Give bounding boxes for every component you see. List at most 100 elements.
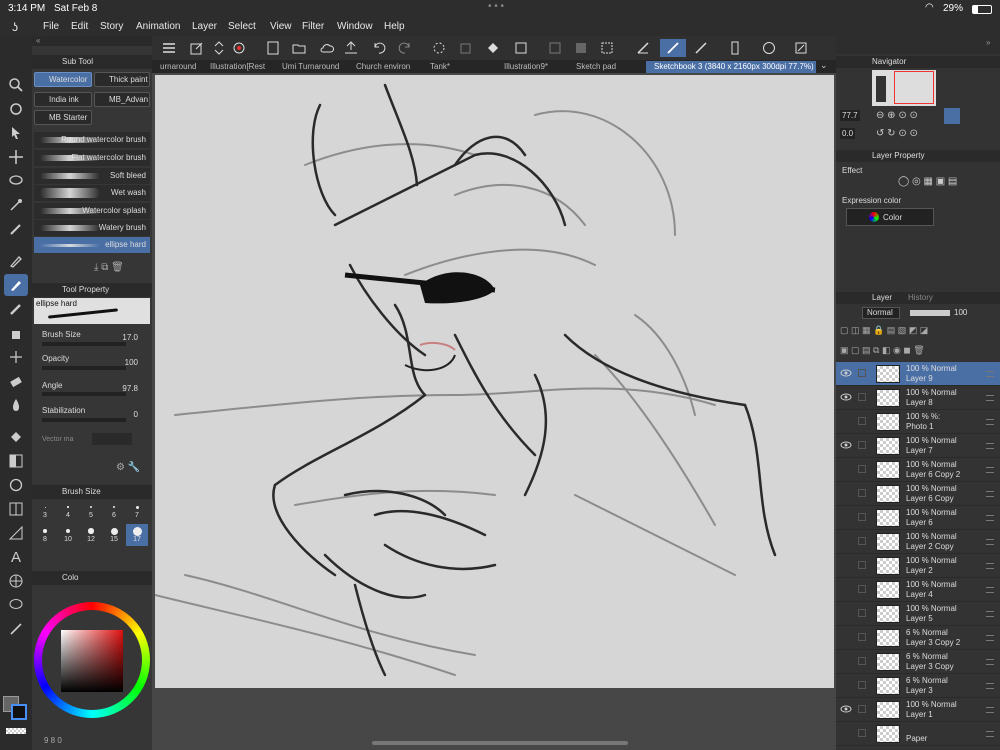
brush-size-option[interactable]: 8 [34, 524, 56, 546]
canvas-scrollbar[interactable] [372, 741, 628, 745]
layer-row[interactable]: 100 % Normal Layer 2 Copy [836, 530, 1000, 554]
fullscreen-icon[interactable] [792, 39, 810, 57]
layer-row[interactable]: Paper [836, 722, 1000, 746]
multitask-dots-icon[interactable]: • • • [488, 1, 504, 12]
navigator-zoom-controls[interactable]: ⊖ ⊕ ⊙ ⊙ [876, 110, 918, 121]
drag-handle-icon[interactable] [986, 731, 994, 737]
drag-handle-icon[interactable] [986, 539, 994, 545]
collapse-right-icon[interactable]: » [986, 38, 990, 47]
blend-icon[interactable] [4, 394, 28, 416]
visibility-toggle[interactable] [840, 608, 852, 618]
eye-icon[interactable] [840, 392, 852, 402]
drag-handle-icon[interactable] [986, 395, 994, 401]
layer-lock-toggle[interactable] [858, 633, 866, 641]
tool-property-settings-icon[interactable]: ⚙ 🔧 [116, 462, 140, 473]
layer-row[interactable]: 100 % Normal Layer 9 [836, 362, 1000, 386]
brush-size-value[interactable]: 17.0 [122, 333, 138, 342]
brush-icon[interactable] [4, 274, 28, 296]
menu-view[interactable]: View [270, 21, 292, 32]
layer-tab[interactable]: Layer [872, 293, 892, 302]
effect-buttons[interactable]: ◯ ◎ ▦ ▣ ▤ [898, 176, 998, 192]
visibility-toggle[interactable] [840, 536, 852, 546]
text-icon[interactable]: A [4, 546, 28, 568]
app-logo-icon[interactable]: ʖ [12, 20, 18, 34]
pencil-icon[interactable] [4, 298, 28, 320]
menu-animation[interactable]: Animation [136, 21, 180, 32]
eye-icon[interactable] [840, 440, 852, 450]
brush-size-slider[interactable] [42, 342, 126, 346]
brush-size-option[interactable]: 15 [103, 524, 125, 546]
brush-size-option[interactable]: 10 [57, 524, 79, 546]
cloud-icon[interactable] [318, 39, 336, 57]
menu-layer[interactable]: Layer [192, 21, 217, 32]
flip-horizontal-icon[interactable] [944, 108, 960, 124]
layer-lock-toggle[interactable] [858, 681, 866, 689]
airbrush-icon[interactable] [4, 322, 28, 344]
eye-icon[interactable] [840, 704, 852, 714]
layer-lock-toggle[interactable] [858, 417, 866, 425]
undo-icon[interactable] [370, 39, 388, 57]
copy-icon[interactable] [456, 39, 474, 57]
menu-select[interactable]: Select [228, 21, 256, 32]
brush-round-watercolor[interactable]: Round watercolor brush [34, 132, 150, 148]
color-square[interactable] [61, 630, 123, 692]
menu-help[interactable]: Help [384, 21, 405, 32]
drag-handle-icon[interactable] [986, 707, 994, 713]
layer-row[interactable]: 100 % Normal Layer 1 [836, 698, 1000, 722]
edit-icon[interactable] [188, 39, 206, 57]
drag-handle-icon[interactable] [986, 515, 994, 521]
visibility-toggle[interactable] [840, 632, 852, 642]
drag-handle-icon[interactable] [986, 419, 994, 425]
tab-turnaround[interactable]: urnaround [152, 61, 200, 73]
tab-illustration9[interactable]: Illustration9* [496, 61, 566, 73]
stabilization-slider[interactable] [42, 418, 126, 422]
open-folder-icon[interactable] [290, 39, 308, 57]
expression-color-select[interactable]: Color [846, 208, 934, 226]
menu-edit[interactable]: Edit [71, 21, 88, 32]
collapse-panel-icon[interactable]: « [32, 36, 152, 46]
menu-icon[interactable] [160, 39, 178, 57]
drag-handle-icon[interactable] [986, 635, 994, 641]
visibility-toggle[interactable] [840, 584, 852, 594]
drag-handle-icon[interactable] [986, 467, 994, 473]
layer-row[interactable]: 100 % Normal Layer 5 [836, 602, 1000, 626]
rotation-value[interactable]: 0.0 [840, 128, 856, 139]
brush-size-option[interactable]: 7 [126, 500, 148, 522]
deselect-icon[interactable] [546, 39, 564, 57]
select-all-icon[interactable] [598, 39, 616, 57]
layer-opacity-value[interactable]: 100 [954, 308, 967, 317]
layer-lock-toggle[interactable] [858, 705, 866, 713]
brush-size-option[interactable]: 5 [80, 500, 102, 522]
visibility-toggle[interactable] [840, 560, 852, 570]
visibility-toggle[interactable] [840, 416, 852, 426]
brush-wet-wash[interactable]: Wet wash [34, 185, 150, 201]
correction-icon[interactable] [4, 618, 28, 640]
layer-toolbar-2[interactable]: ▣ ▢ ▤ ⧉ ◧ ◉ ◼ 🗑 [840, 345, 925, 356]
opacity-slider[interactable] [42, 366, 126, 370]
pen-tool-toggle-icon[interactable] [692, 39, 710, 57]
move-icon[interactable] [4, 146, 28, 168]
layer-lock-toggle[interactable] [858, 393, 866, 401]
tab-umi-turnaround[interactable]: Umi Turnaround [274, 61, 344, 73]
layer-row[interactable]: 100 % Normal Layer 6 Copy 2 [836, 458, 1000, 482]
subtool-group-india-ink[interactable]: India ink [34, 92, 92, 107]
layer-lock-toggle[interactable] [858, 561, 866, 569]
eraser-icon[interactable] [4, 370, 28, 392]
zoom-value[interactable]: 77.7 [840, 110, 860, 121]
layer-row[interactable]: 100 % Normal Layer 4 [836, 578, 1000, 602]
color-wheel[interactable] [34, 602, 150, 718]
navigator-preview[interactable] [872, 70, 936, 106]
tab-sketch-pad[interactable]: Sketch pad [568, 61, 644, 73]
layer-row[interactable]: 100 % Normal Layer 7 [836, 434, 1000, 458]
drag-handle-icon[interactable] [986, 683, 994, 689]
visibility-toggle[interactable] [840, 656, 852, 666]
invert-icon[interactable] [572, 39, 590, 57]
layer-lock-toggle[interactable] [858, 489, 866, 497]
transform-icon[interactable] [512, 39, 530, 57]
frame-icon[interactable] [4, 498, 28, 520]
tab-dropdown-icon[interactable]: ⌄ [820, 60, 828, 71]
layer-lock-toggle[interactable] [858, 441, 866, 449]
drag-handle-icon[interactable] [986, 443, 994, 449]
subtool-group-thick-paint[interactable]: Thick paint [94, 72, 150, 87]
drag-handle-icon[interactable] [986, 587, 994, 593]
